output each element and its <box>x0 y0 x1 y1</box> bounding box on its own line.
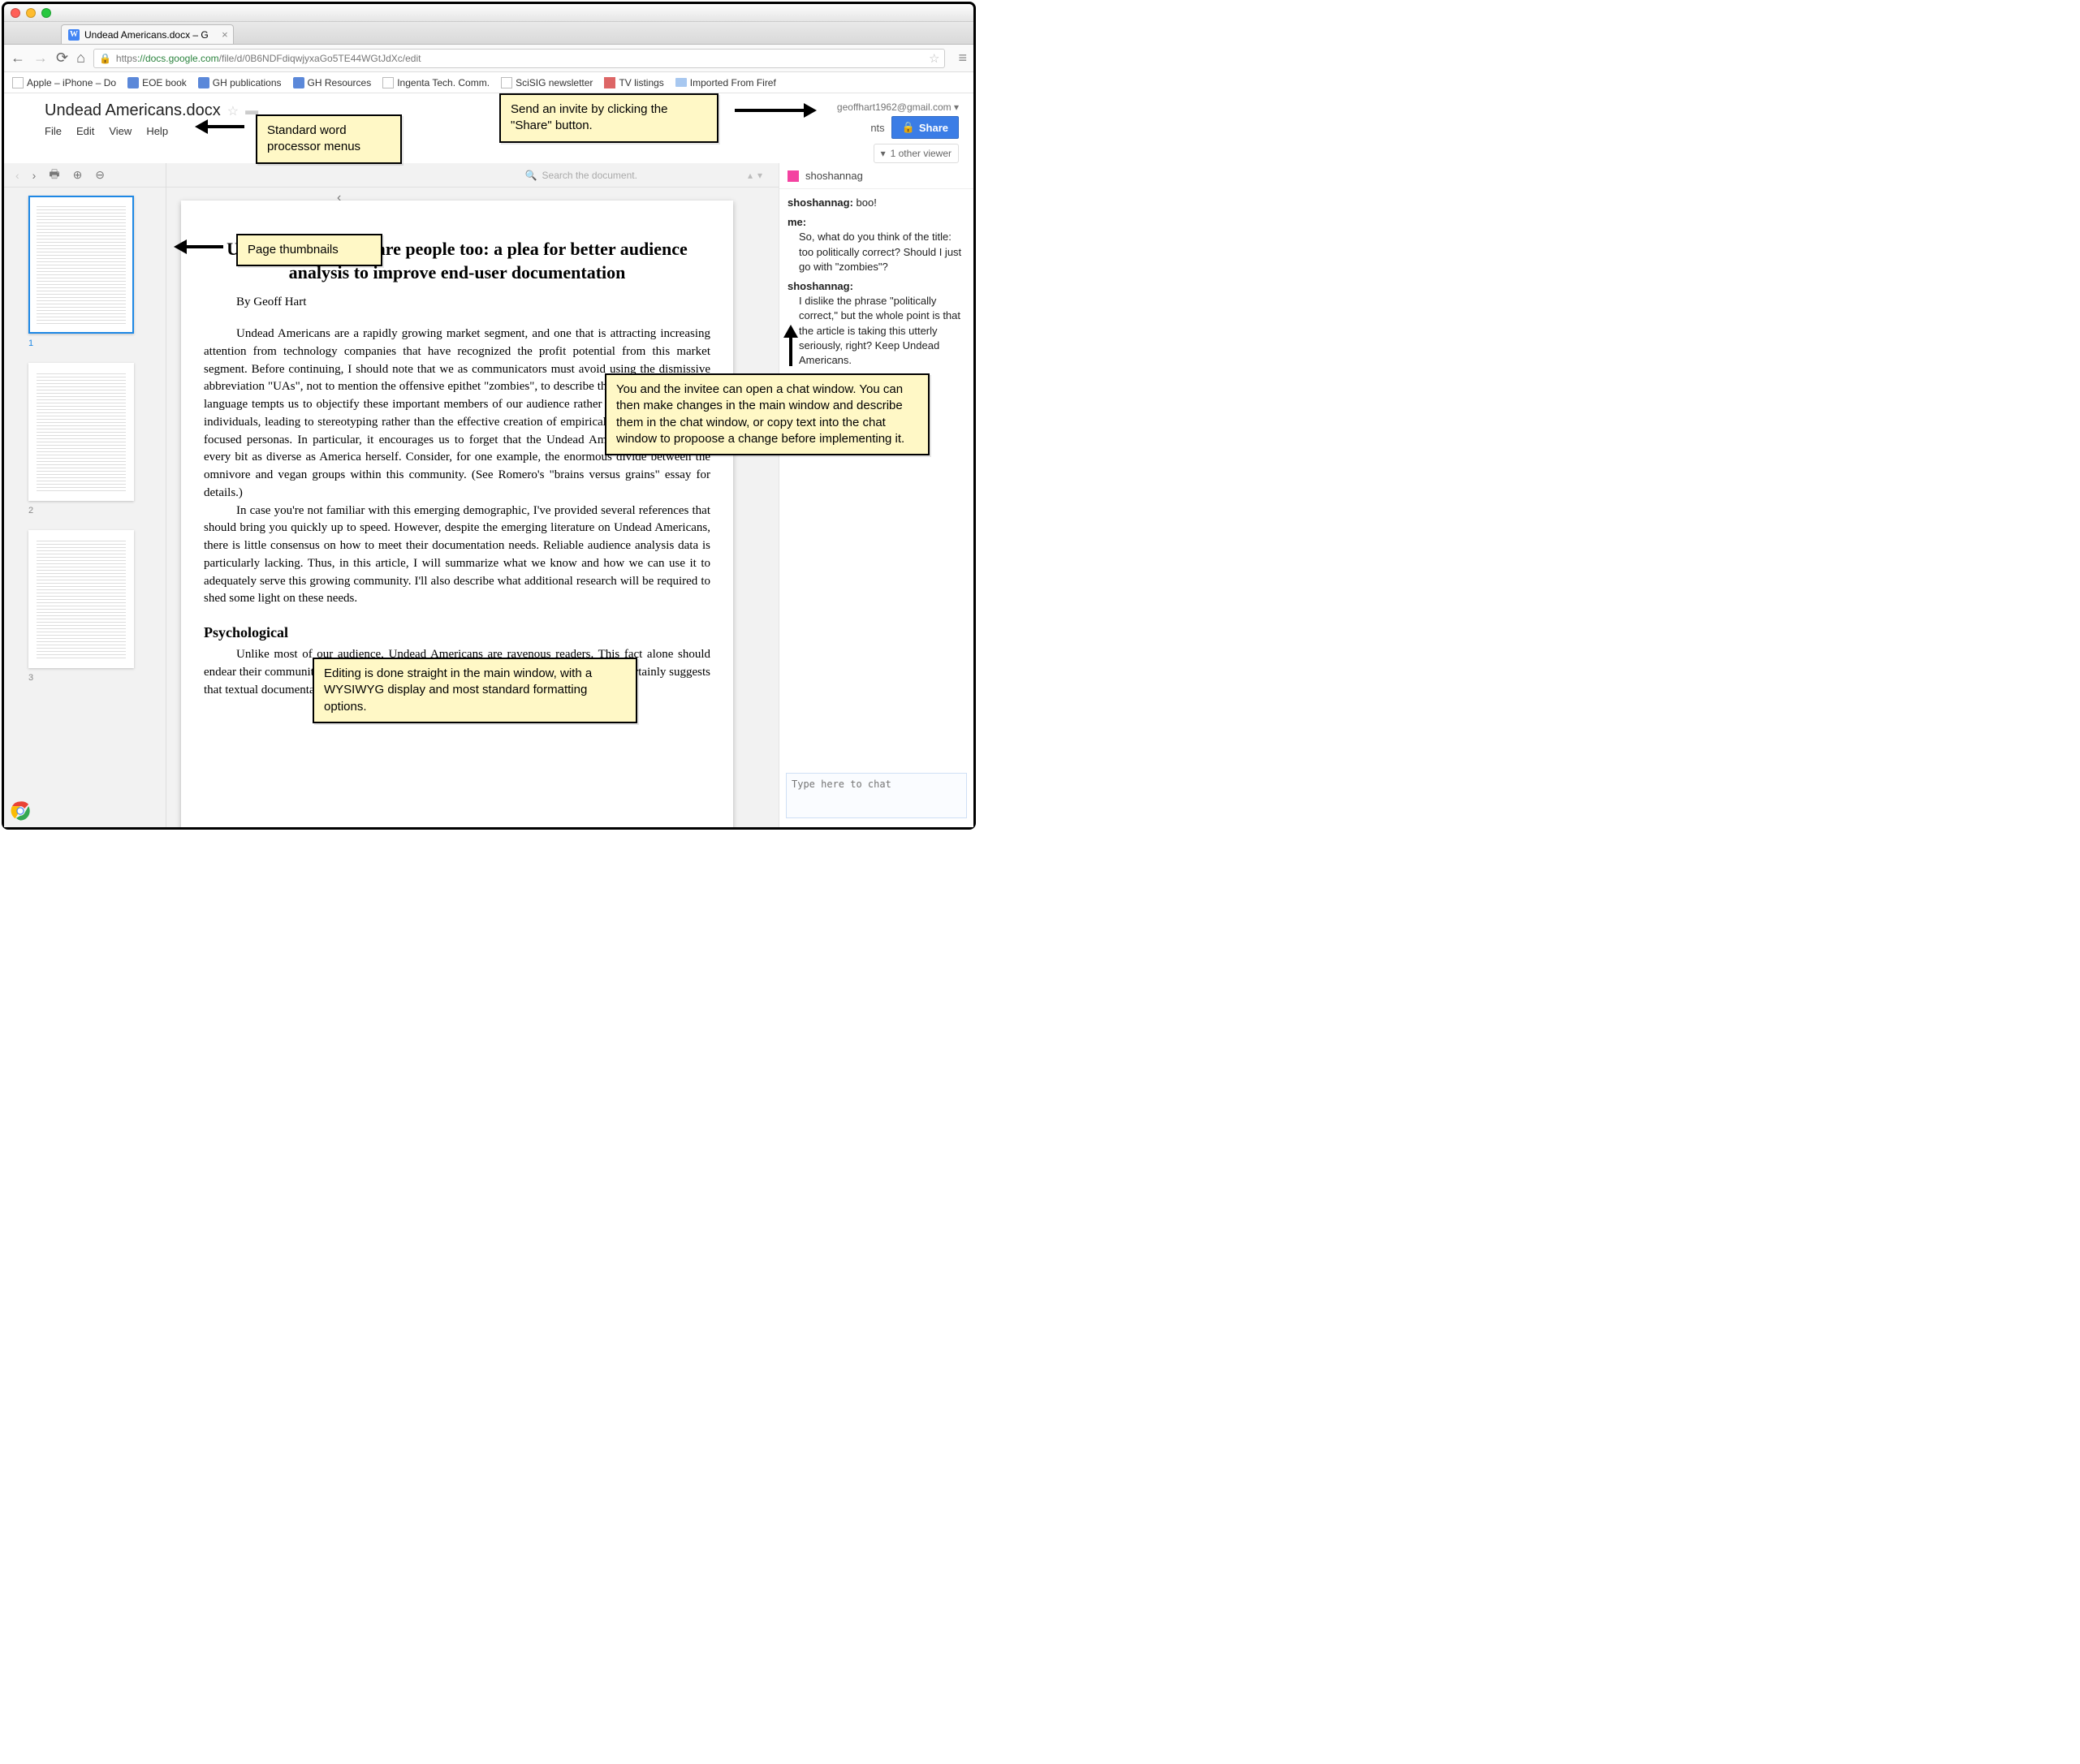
account-label[interactable]: geoffhart1962@gmail.com ▾ <box>837 101 959 113</box>
arrow-icon <box>188 119 244 134</box>
viewers-pill[interactable]: ▾ 1 other viewer <box>874 144 959 163</box>
page-icon <box>382 77 394 88</box>
url-host: ://docs.google.com <box>137 53 219 64</box>
prev-page-icon[interactable]: ‹ <box>15 169 19 182</box>
arrow-icon <box>783 317 798 366</box>
search-icon: 🔍 <box>525 170 537 181</box>
browser-tabstrip: W Undead Americans.docx – G × <box>4 22 973 45</box>
bookmark-item[interactable]: EOE book <box>127 77 187 88</box>
callout-thumbnails: Page thumbnails <box>236 234 382 266</box>
search-dropdown-icon[interactable]: ▾ <box>757 170 762 181</box>
page-icon <box>127 77 139 88</box>
user-color-swatch <box>788 170 799 182</box>
page-icon <box>12 77 24 88</box>
callout-chat: You and the invitee can open a chat wind… <box>605 373 930 455</box>
browser-nav-toolbar: ← → ⟳ ⌂ 🔒 https://docs.google.com/file/d… <box>4 45 973 72</box>
mac-titlebar <box>4 4 973 22</box>
lock-icon: 🔒 <box>902 121 915 134</box>
chat-message: me: So, what do you think of the title: … <box>788 215 965 274</box>
tab-favicon: W <box>68 29 80 41</box>
print-icon[interactable]: 🖶 <box>49 166 59 185</box>
close-tab-icon[interactable]: × <box>222 28 228 41</box>
bookmark-item[interactable]: Imported From Firef <box>675 77 776 88</box>
document-paragraph: In case you're not familiar with this em… <box>204 502 710 609</box>
chevron-down-icon: ▾ <box>881 148 886 159</box>
bookmark-item[interactable]: GH publications <box>198 77 282 88</box>
page-icon <box>501 77 512 88</box>
thumbnail-sidebar: ‹ › 🖶 ⊕ ⊖ 1 2 3 <box>4 163 166 827</box>
browser-tab[interactable]: W Undead Americans.docx – G × <box>61 24 234 44</box>
thumbnail-number: 2 <box>28 506 141 515</box>
document-scroll[interactable]: ‹ Undead Americans are people too: a ple… <box>166 188 779 827</box>
chat-input[interactable] <box>786 773 967 818</box>
folder-icon <box>675 78 687 87</box>
search-dropup-icon[interactable]: ▴ <box>748 170 753 181</box>
viewers-label: 1 other viewer <box>891 148 952 159</box>
callout-editing: Editing is done straight in the main win… <box>313 658 637 723</box>
menu-edit[interactable]: Edit <box>76 125 94 137</box>
minimize-window-button[interactable] <box>26 8 36 18</box>
bookmarks-bar: Apple – iPhone – Do EOE book GH publicat… <box>4 72 973 93</box>
chat-messages: shoshannag: boo! me: So, what do you thi… <box>779 189 973 766</box>
forward-button[interactable]: → <box>33 50 48 67</box>
page-thumbnail[interactable] <box>28 363 134 501</box>
zoom-window-button[interactable] <box>41 8 51 18</box>
url-path: /file/d/0B6NDFdiqwjyxaGo5TE44WGtJdXc/edi… <box>219 53 421 64</box>
share-button-label: Share <box>919 122 948 134</box>
arrow-icon <box>735 103 824 118</box>
page-icon <box>604 77 615 88</box>
bookmark-item[interactable]: SciSIG newsletter <box>501 77 593 88</box>
menu-view[interactable]: View <box>109 125 132 137</box>
extension-icon[interactable] <box>9 800 32 822</box>
callout-share: Send an invite by clicking the "Share" b… <box>499 93 719 143</box>
lock-icon: 🔒 <box>99 53 111 64</box>
url-scheme: https <box>116 53 137 64</box>
bookmark-item[interactable]: Apple – iPhone – Do <box>12 77 116 88</box>
chat-panel: shoshannag shoshannag: boo! me: So, what… <box>779 163 973 827</box>
chat-message: shoshannag: I dislike the phrase "politi… <box>788 279 965 368</box>
zoom-out-icon[interactable]: ⊖ <box>95 168 105 182</box>
url-bar[interactable]: 🔒 https://docs.google.com/file/d/0B6NDFd… <box>93 49 946 68</box>
back-button[interactable]: ← <box>11 50 25 67</box>
chat-username: shoshannag <box>805 170 863 182</box>
tab-title: Undead Americans.docx – G <box>84 29 209 41</box>
thumb-toolbar: ‹ › 🖶 ⊕ ⊖ <box>4 163 166 188</box>
document-subheading: Psychological <box>204 624 710 641</box>
page-icon <box>293 77 304 88</box>
zoom-in-icon[interactable]: ⊕ <box>73 168 83 182</box>
browser-menu-icon[interactable]: ≡ <box>958 50 967 67</box>
chat-message: shoshannag: boo! <box>788 196 965 210</box>
menu-file[interactable]: File <box>45 125 62 137</box>
menu-help[interactable]: Help <box>146 125 168 137</box>
search-placeholder: Search the document. <box>542 170 637 181</box>
document-title[interactable]: Undead Americans.docx <box>45 101 221 120</box>
comments-button[interactable]: nts <box>870 122 884 134</box>
next-page-icon[interactable]: › <box>32 169 37 182</box>
document-byline: By Geoff Hart <box>236 295 710 309</box>
page-icon <box>198 77 209 88</box>
docs-header: Undead Americans.docx ☆ ▬ File Edit View… <box>4 93 973 163</box>
bookmark-item[interactable]: GH Resources <box>293 77 372 88</box>
arrow-icon <box>166 239 223 254</box>
share-button[interactable]: 🔒 Share <box>891 116 959 139</box>
document-search[interactable]: 🔍 Search the document. ▴ ▾ <box>525 170 762 181</box>
reload-button[interactable]: ⟳ <box>56 50 68 67</box>
page-thumbnail[interactable] <box>28 530 134 668</box>
close-window-button[interactable] <box>11 8 20 18</box>
thumbnail-number: 1 <box>28 339 141 348</box>
star-icon[interactable]: ☆ <box>227 103 239 119</box>
document-page[interactable]: Undead Americans are people too: a plea … <box>181 201 733 827</box>
page-thumbnail[interactable] <box>28 196 134 334</box>
callout-menus: Standard word processor menus <box>256 114 402 164</box>
bookmark-star-icon[interactable]: ☆ <box>929 51 939 66</box>
bookmark-item[interactable]: TV listings <box>604 77 663 88</box>
thumbnail-number: 3 <box>28 673 141 683</box>
collapse-sidebar-icon[interactable]: ‹ <box>337 191 341 205</box>
bookmark-item[interactable]: Ingenta Tech. Comm. <box>382 77 490 88</box>
home-button[interactable]: ⌂ <box>76 50 85 67</box>
